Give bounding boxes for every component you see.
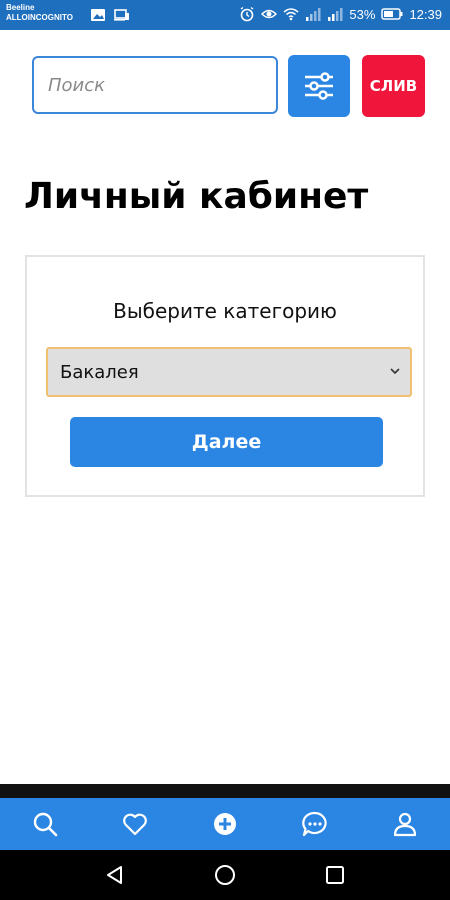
battery-icon: [381, 6, 403, 22]
next-button[interactable]: Далее: [70, 417, 383, 467]
profile-icon: [393, 812, 417, 837]
signal-icon: [327, 6, 343, 22]
system-nav: [0, 850, 450, 900]
sliders-icon: [305, 72, 333, 100]
next-button-label: Далее: [191, 431, 262, 453]
add-icon: [214, 813, 236, 835]
notification-icons: [90, 7, 130, 23]
nav-favorites[interactable]: [117, 806, 153, 842]
category-select[interactable]: Бакалея: [46, 347, 412, 397]
nav-search[interactable]: [27, 806, 63, 842]
home-icon: [215, 865, 235, 885]
divider: [0, 784, 450, 798]
category-label: Выберите категорию: [113, 299, 337, 323]
system-recents-button[interactable]: [320, 860, 350, 890]
sliv-label: СЛИВ: [369, 77, 418, 95]
category-card: Выберите категорию Бакалея Далее: [25, 255, 425, 497]
nav-messages[interactable]: [297, 806, 333, 842]
image-icon: [90, 7, 106, 23]
clock: 12:39: [409, 6, 442, 22]
search-input[interactable]: [32, 56, 278, 114]
status-bar: Beeline ALLOINCOGNITO 53% 12:39: [0, 0, 450, 30]
recents-icon: [326, 866, 344, 884]
eye-icon: [261, 6, 278, 22]
page-title: Личный кабинет: [24, 176, 369, 217]
carrier-name: Beeline: [6, 3, 35, 12]
alarm-icon: [239, 6, 255, 22]
chat-icon: [302, 811, 327, 837]
filter-button[interactable]: [288, 55, 350, 117]
carrier-info: Beeline ALLOINCOGNITO: [6, 3, 73, 23]
system-back-button[interactable]: [100, 860, 130, 890]
system-home-button[interactable]: [210, 860, 240, 890]
nav-profile[interactable]: [387, 806, 423, 842]
wifi-icon: [283, 6, 299, 22]
bottom-nav: [0, 798, 450, 850]
heart-icon: [123, 813, 147, 836]
nav-add[interactable]: [207, 806, 243, 842]
signal-icon: [305, 6, 321, 22]
battery-percent: 53%: [349, 6, 376, 22]
sliv-button[interactable]: СЛИВ: [362, 55, 425, 117]
carrier-network: ALLOINCOGNITO: [6, 13, 73, 22]
status-icons: 53% 12:39: [239, 6, 442, 22]
chevron-down-icon: [390, 368, 400, 375]
devices-icon: [114, 7, 130, 23]
selected-category: Бакалея: [60, 361, 139, 383]
search-icon: [33, 812, 58, 837]
back-icon: [107, 866, 122, 884]
